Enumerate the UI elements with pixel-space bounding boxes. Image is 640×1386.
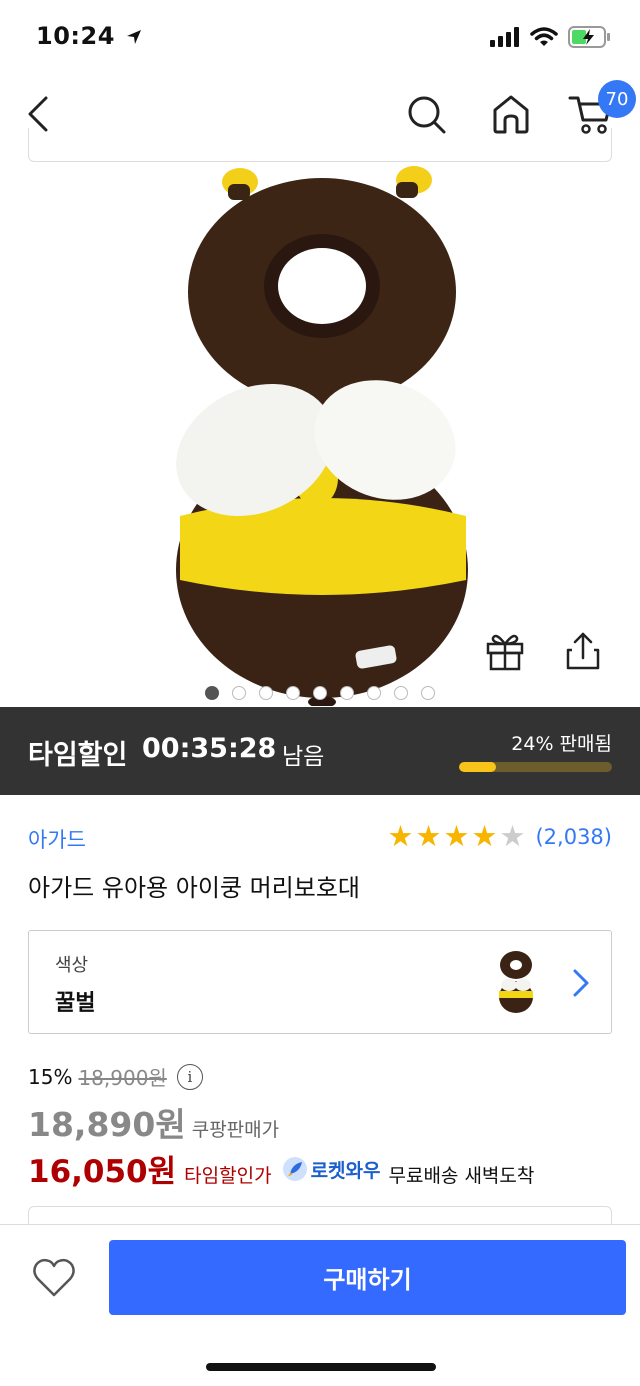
- sold-progress-bar: [459, 762, 612, 772]
- rating-stars: ★ ★ ★ ★ ★: [387, 822, 525, 851]
- option-thumbnail: [499, 951, 533, 1013]
- battery-charging-icon: [568, 26, 610, 48]
- star-filled-icon: ★: [443, 819, 470, 853]
- buy-button[interactable]: 구매하기: [109, 1240, 626, 1315]
- rocket-icon: [282, 1157, 307, 1181]
- sale-price-row: 16,050원 타임할인가 로켓와우 무료배송 새벽도착: [28, 1146, 534, 1191]
- status-bar: 10:24: [0, 0, 640, 80]
- search-box-edge: [28, 128, 612, 162]
- time-sale-label: 타임할인: [28, 740, 128, 771]
- original-price: 18,900원: [78, 1066, 167, 1090]
- carousel-dot[interactable]: [394, 686, 408, 700]
- time-sale-banner: 타임할인 00:35:28 남음 24% 판매됨: [0, 707, 640, 795]
- location-arrow-icon: [126, 30, 141, 44]
- carousel-dot[interactable]: [313, 686, 327, 700]
- coupang-price: 18,890원: [28, 1105, 186, 1144]
- sale-price-label: 타임할인가: [184, 1165, 272, 1187]
- gift-icon[interactable]: [484, 630, 526, 672]
- signal-icon: [490, 27, 519, 47]
- coupang-price-label: 쿠팡판매가: [191, 1119, 280, 1141]
- status-time: 10:24: [36, 22, 115, 50]
- carousel-dot[interactable]: [205, 686, 219, 700]
- cart-count-badge: 70: [598, 80, 636, 118]
- carousel-dot[interactable]: [367, 686, 381, 700]
- product-title: 아가드 유아용 아이쿵 머리보호대: [28, 874, 361, 902]
- star-filled-icon: ★: [387, 819, 414, 853]
- star-filled-icon: ★: [471, 819, 498, 853]
- bee-head-protector-image: [176, 166, 468, 706]
- bottom-action-bar: 구매하기: [0, 1224, 640, 1386]
- chevron-right-icon: [573, 969, 589, 997]
- color-option-selector[interactable]: 색상 꿀벌: [28, 930, 612, 1034]
- product-image[interactable]: [0, 160, 640, 706]
- carousel-dot[interactable]: [232, 686, 246, 700]
- sale-price: 16,050원: [28, 1154, 177, 1190]
- coupang-price-row: 18,890원 쿠팡판매가: [28, 1098, 279, 1146]
- rocket-wow-label: 로켓와우: [310, 1159, 381, 1182]
- carousel-dot[interactable]: [259, 686, 273, 700]
- brand-link[interactable]: 아가드: [28, 824, 86, 854]
- time-sale-countdown: 00:35:28: [142, 733, 277, 764]
- option-label: 색상: [55, 955, 89, 976]
- star-filled-icon: ★: [415, 819, 442, 853]
- shipping-info: 무료배송 새벽도착: [388, 1165, 535, 1187]
- rating-count[interactable]: (2,038): [535, 825, 612, 849]
- share-icon[interactable]: [562, 630, 604, 672]
- carousel-dots: [0, 686, 640, 700]
- discount-row: 15% 18,900원 i: [28, 1062, 203, 1091]
- rocket-wow-badge: 로켓와우: [282, 1156, 381, 1183]
- discount-rate: 15%: [28, 1064, 73, 1089]
- carousel-dot[interactable]: [340, 686, 354, 700]
- carousel-dot[interactable]: [286, 686, 300, 700]
- time-sale-remaining: 남음: [282, 744, 325, 770]
- sold-progress-fill: [459, 762, 496, 772]
- rating[interactable]: ★ ★ ★ ★ ★ (2,038): [387, 822, 612, 851]
- wifi-icon: [530, 27, 558, 46]
- carousel-dot[interactable]: [421, 686, 435, 700]
- home-indicator: [206, 1363, 436, 1371]
- sold-percentage: 24% 판매됨: [511, 733, 612, 755]
- star-empty-icon: ★: [499, 819, 526, 853]
- heart-icon[interactable]: [30, 1255, 78, 1301]
- option-value: 꿀벌: [55, 991, 96, 1016]
- info-icon[interactable]: i: [176, 1063, 203, 1090]
